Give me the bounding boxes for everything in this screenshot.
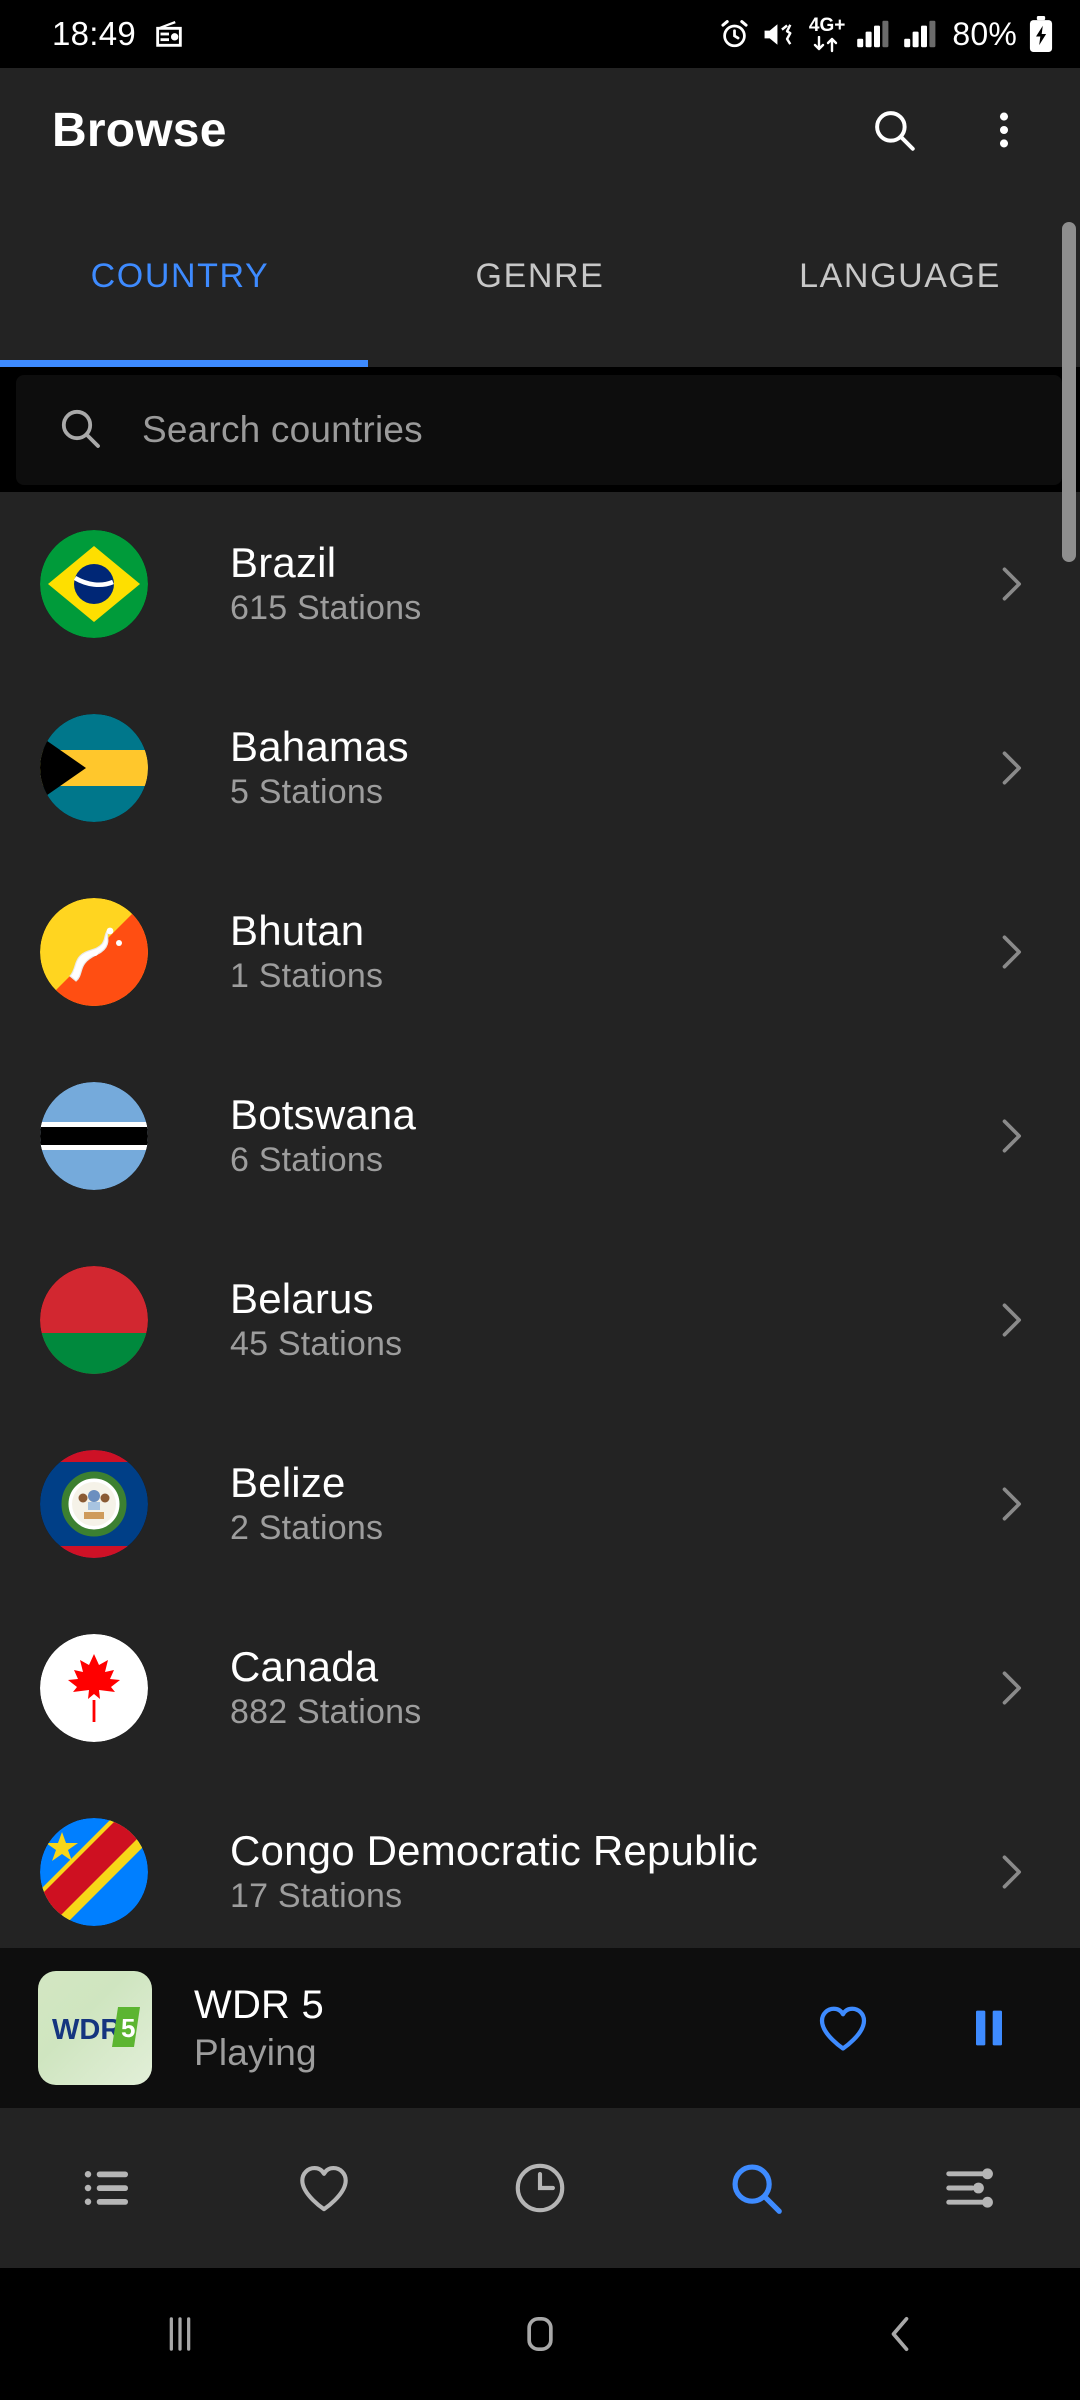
- mobile-data-icon: 4G+: [809, 16, 845, 53]
- country-name: Canada: [230, 1643, 379, 1691]
- alarm-icon: [718, 18, 751, 51]
- android-navigation-bar: [0, 2268, 1080, 2400]
- player-status-text: Playing: [194, 2031, 317, 2073]
- search-countries-input[interactable]: Search countries: [16, 375, 1062, 485]
- app-bar: Browse: [0, 68, 1080, 192]
- flag-brazil: [40, 530, 148, 638]
- tab-active-indicator: [0, 360, 368, 367]
- row-text: Bhutan 1 Stations: [230, 909, 383, 995]
- bottom-navigation-bar: [0, 2108, 1080, 2268]
- chevron-right-icon[interactable]: [980, 930, 1040, 974]
- chevron-right-icon[interactable]: [980, 562, 1040, 606]
- country-stations: 2 Stations: [230, 1509, 384, 1548]
- nav-list-icon[interactable]: [0, 2108, 216, 2268]
- country-stations: 882 Stations: [230, 1693, 422, 1732]
- tab-language[interactable]: LANGUAGE: [720, 192, 1080, 367]
- radio-icon: [152, 17, 186, 51]
- country-name: Brazil: [230, 539, 337, 587]
- nav-settings-icon[interactable]: [864, 2108, 1080, 2268]
- chevron-right-icon[interactable]: [980, 1666, 1040, 1710]
- status-bar-left: 18:49: [52, 15, 186, 53]
- flag-botswana: [40, 1082, 148, 1190]
- pause-icon[interactable]: [950, 1989, 1028, 2067]
- country-row-congo-democratic-republic[interactable]: Congo Democratic Republic 17 Stations: [0, 1780, 1080, 1948]
- player-station-name: WDR 5: [194, 1982, 324, 2027]
- row-text: Belarus 45 Stations: [230, 1277, 402, 1363]
- recents-icon[interactable]: [0, 2308, 360, 2360]
- country-stations: 17 Stations: [230, 1877, 403, 1916]
- country-row-belize[interactable]: Belize 2 Stations: [0, 1412, 1080, 1596]
- player-meta: WDR 5 Playing: [194, 1984, 324, 2073]
- signal-sim2-icon: [903, 19, 939, 49]
- country-name: Bahamas: [230, 723, 409, 771]
- country-stations: 6 Stations: [230, 1141, 384, 1180]
- chevron-right-icon[interactable]: [980, 1482, 1040, 1526]
- country-name: Botswana: [230, 1091, 417, 1139]
- flag-bhutan: [40, 898, 148, 1006]
- nav-history-icon[interactable]: [432, 2108, 648, 2268]
- battery-percent-label: 80%: [952, 15, 1017, 52]
- country-stations: 45 Stations: [230, 1325, 403, 1364]
- chevron-right-icon[interactable]: [980, 1114, 1040, 1158]
- page-title: Browse: [52, 103, 227, 157]
- back-icon[interactable]: [720, 2308, 1080, 2360]
- country-row-belarus[interactable]: Belarus 45 Stations: [0, 1228, 1080, 1412]
- country-row-canada[interactable]: Canada 882 Stations: [0, 1596, 1080, 1780]
- flag-belize: [40, 1450, 148, 1558]
- flag-bahamas: [40, 714, 148, 822]
- chevron-right-icon[interactable]: [980, 1850, 1040, 1894]
- row-text: Belize 2 Stations: [230, 1461, 383, 1547]
- overflow-menu-icon[interactable]: [966, 92, 1042, 168]
- status-bar: 18:49 4G+ 80%: [0, 0, 1080, 68]
- country-name: Congo Democratic Republic: [230, 1827, 758, 1875]
- country-name: Bhutan: [230, 907, 365, 955]
- row-text: Canada 882 Stations: [230, 1645, 421, 1731]
- country-name: Belarus: [230, 1275, 374, 1323]
- tab-bar: COUNTRY GENRE LANGUAGE: [0, 192, 1080, 367]
- vibrate-icon: [762, 18, 798, 51]
- country-stations: 5 Stations: [230, 773, 384, 812]
- chevron-right-icon[interactable]: [980, 1298, 1040, 1342]
- chevron-right-icon[interactable]: [980, 746, 1040, 790]
- country-row-bhutan[interactable]: Bhutan 1 Stations: [0, 860, 1080, 1044]
- tab-genre[interactable]: GENRE: [360, 192, 720, 367]
- row-text: Congo Democratic Republic 17 Stations: [230, 1829, 758, 1915]
- nav-favorites-icon[interactable]: [216, 2108, 432, 2268]
- battery-charging-icon: [1028, 16, 1054, 52]
- artwork-badge-text: 5: [121, 2013, 135, 2043]
- country-name: Belize: [230, 1459, 346, 1507]
- row-text: Brazil 615 Stations: [230, 541, 421, 627]
- search-icon: [56, 404, 104, 457]
- country-list[interactable]: Brazil 615 Stations Bahamas 5 Stations B…: [0, 492, 1080, 1948]
- heart-icon[interactable]: [804, 1989, 882, 2067]
- flag-canada: [40, 1634, 148, 1742]
- player-controls: [804, 1989, 1028, 2067]
- country-stations: 1 Stations: [230, 957, 384, 996]
- network-type-label: 4G+: [808, 14, 846, 36]
- tab-country[interactable]: COUNTRY: [0, 192, 360, 367]
- home-icon[interactable]: [360, 2308, 720, 2360]
- country-row-bahamas[interactable]: Bahamas 5 Stations: [0, 676, 1080, 860]
- flag-congo-democratic-republic: [40, 1818, 148, 1926]
- status-bar-right: 4G+ 80%: [718, 16, 1054, 53]
- station-artwork: WDR 5: [38, 1971, 152, 2085]
- country-row-brazil[interactable]: Brazil 615 Stations: [0, 492, 1080, 676]
- flag-belarus: [40, 1266, 148, 1374]
- nav-search-icon[interactable]: [648, 2108, 864, 2268]
- country-row-botswana[interactable]: Botswana 6 Stations: [0, 1044, 1080, 1228]
- mini-player-bar[interactable]: WDR 5 WDR 5 Playing: [0, 1948, 1080, 2108]
- signal-sim1-icon: [856, 19, 892, 49]
- search-icon[interactable]: [856, 92, 932, 168]
- artwork-wdr-text: WDR: [52, 2014, 121, 2046]
- search-placeholder: Search countries: [142, 409, 423, 450]
- country-stations: 615 Stations: [230, 589, 422, 628]
- scrollbar-thumb[interactable]: [1062, 222, 1076, 562]
- row-text: Bahamas 5 Stations: [230, 725, 409, 811]
- app-bar-actions: [856, 92, 1042, 168]
- status-clock: 18:49: [52, 15, 137, 52]
- row-text: Botswana 6 Stations: [230, 1093, 416, 1179]
